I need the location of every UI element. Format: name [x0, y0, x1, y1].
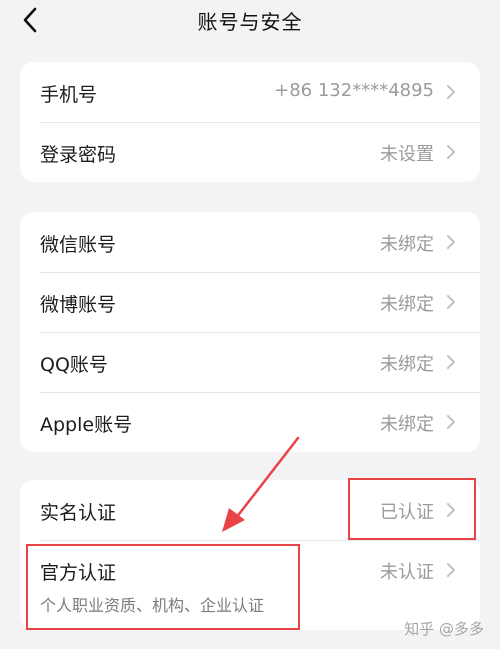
page-title: 账号与安全 — [197, 10, 303, 34]
chevron-right-icon — [447, 295, 455, 309]
row-value: 未设置 — [380, 144, 434, 165]
highlight-box-official-verification — [26, 544, 300, 630]
row-label: 手机号 — [40, 84, 98, 106]
row-value: 未绑定 — [380, 414, 434, 435]
row-value: 未认证 — [380, 562, 434, 583]
row-phone[interactable]: 手机号 +86 132****4895 — [20, 62, 480, 122]
row-label: 微博账号 — [40, 294, 117, 316]
row-value: 未绑定 — [380, 294, 434, 315]
nav-bar: 账号与安全 — [0, 0, 500, 46]
row-label: QQ账号 — [40, 354, 108, 376]
row-value: 未绑定 — [380, 234, 434, 255]
row-login-password[interactable]: 登录密码 未设置 — [20, 122, 480, 182]
row-apple[interactable]: Apple账号 未绑定 — [20, 392, 480, 452]
highlight-box-verified-status — [348, 478, 476, 540]
row-label: 实名认证 — [40, 502, 117, 524]
watermark: 知乎 @多多 — [404, 620, 484, 638]
chevron-right-icon — [447, 415, 455, 429]
chevron-right-icon — [447, 85, 455, 99]
row-wechat[interactable]: 微信账号 未绑定 — [20, 212, 480, 272]
chevron-right-icon — [447, 355, 455, 369]
chevron-right-icon — [447, 563, 455, 577]
row-value: 未绑定 — [380, 354, 434, 375]
account-card: 手机号 +86 132****4895 登录密码 未设置 — [20, 62, 480, 182]
chevron-right-icon — [447, 235, 455, 249]
bindings-card: 微信账号 未绑定 微博账号 未绑定 QQ账号 未绑定 Apple账号 未绑定 — [20, 212, 480, 452]
row-label: 微信账号 — [40, 234, 117, 256]
row-value: +86 132****4895 — [274, 80, 434, 101]
row-qq[interactable]: QQ账号 未绑定 — [20, 332, 480, 392]
row-weibo[interactable]: 微博账号 未绑定 — [20, 272, 480, 332]
row-label: Apple账号 — [40, 414, 133, 436]
chevron-right-icon — [447, 145, 455, 159]
row-label: 登录密码 — [40, 144, 117, 166]
